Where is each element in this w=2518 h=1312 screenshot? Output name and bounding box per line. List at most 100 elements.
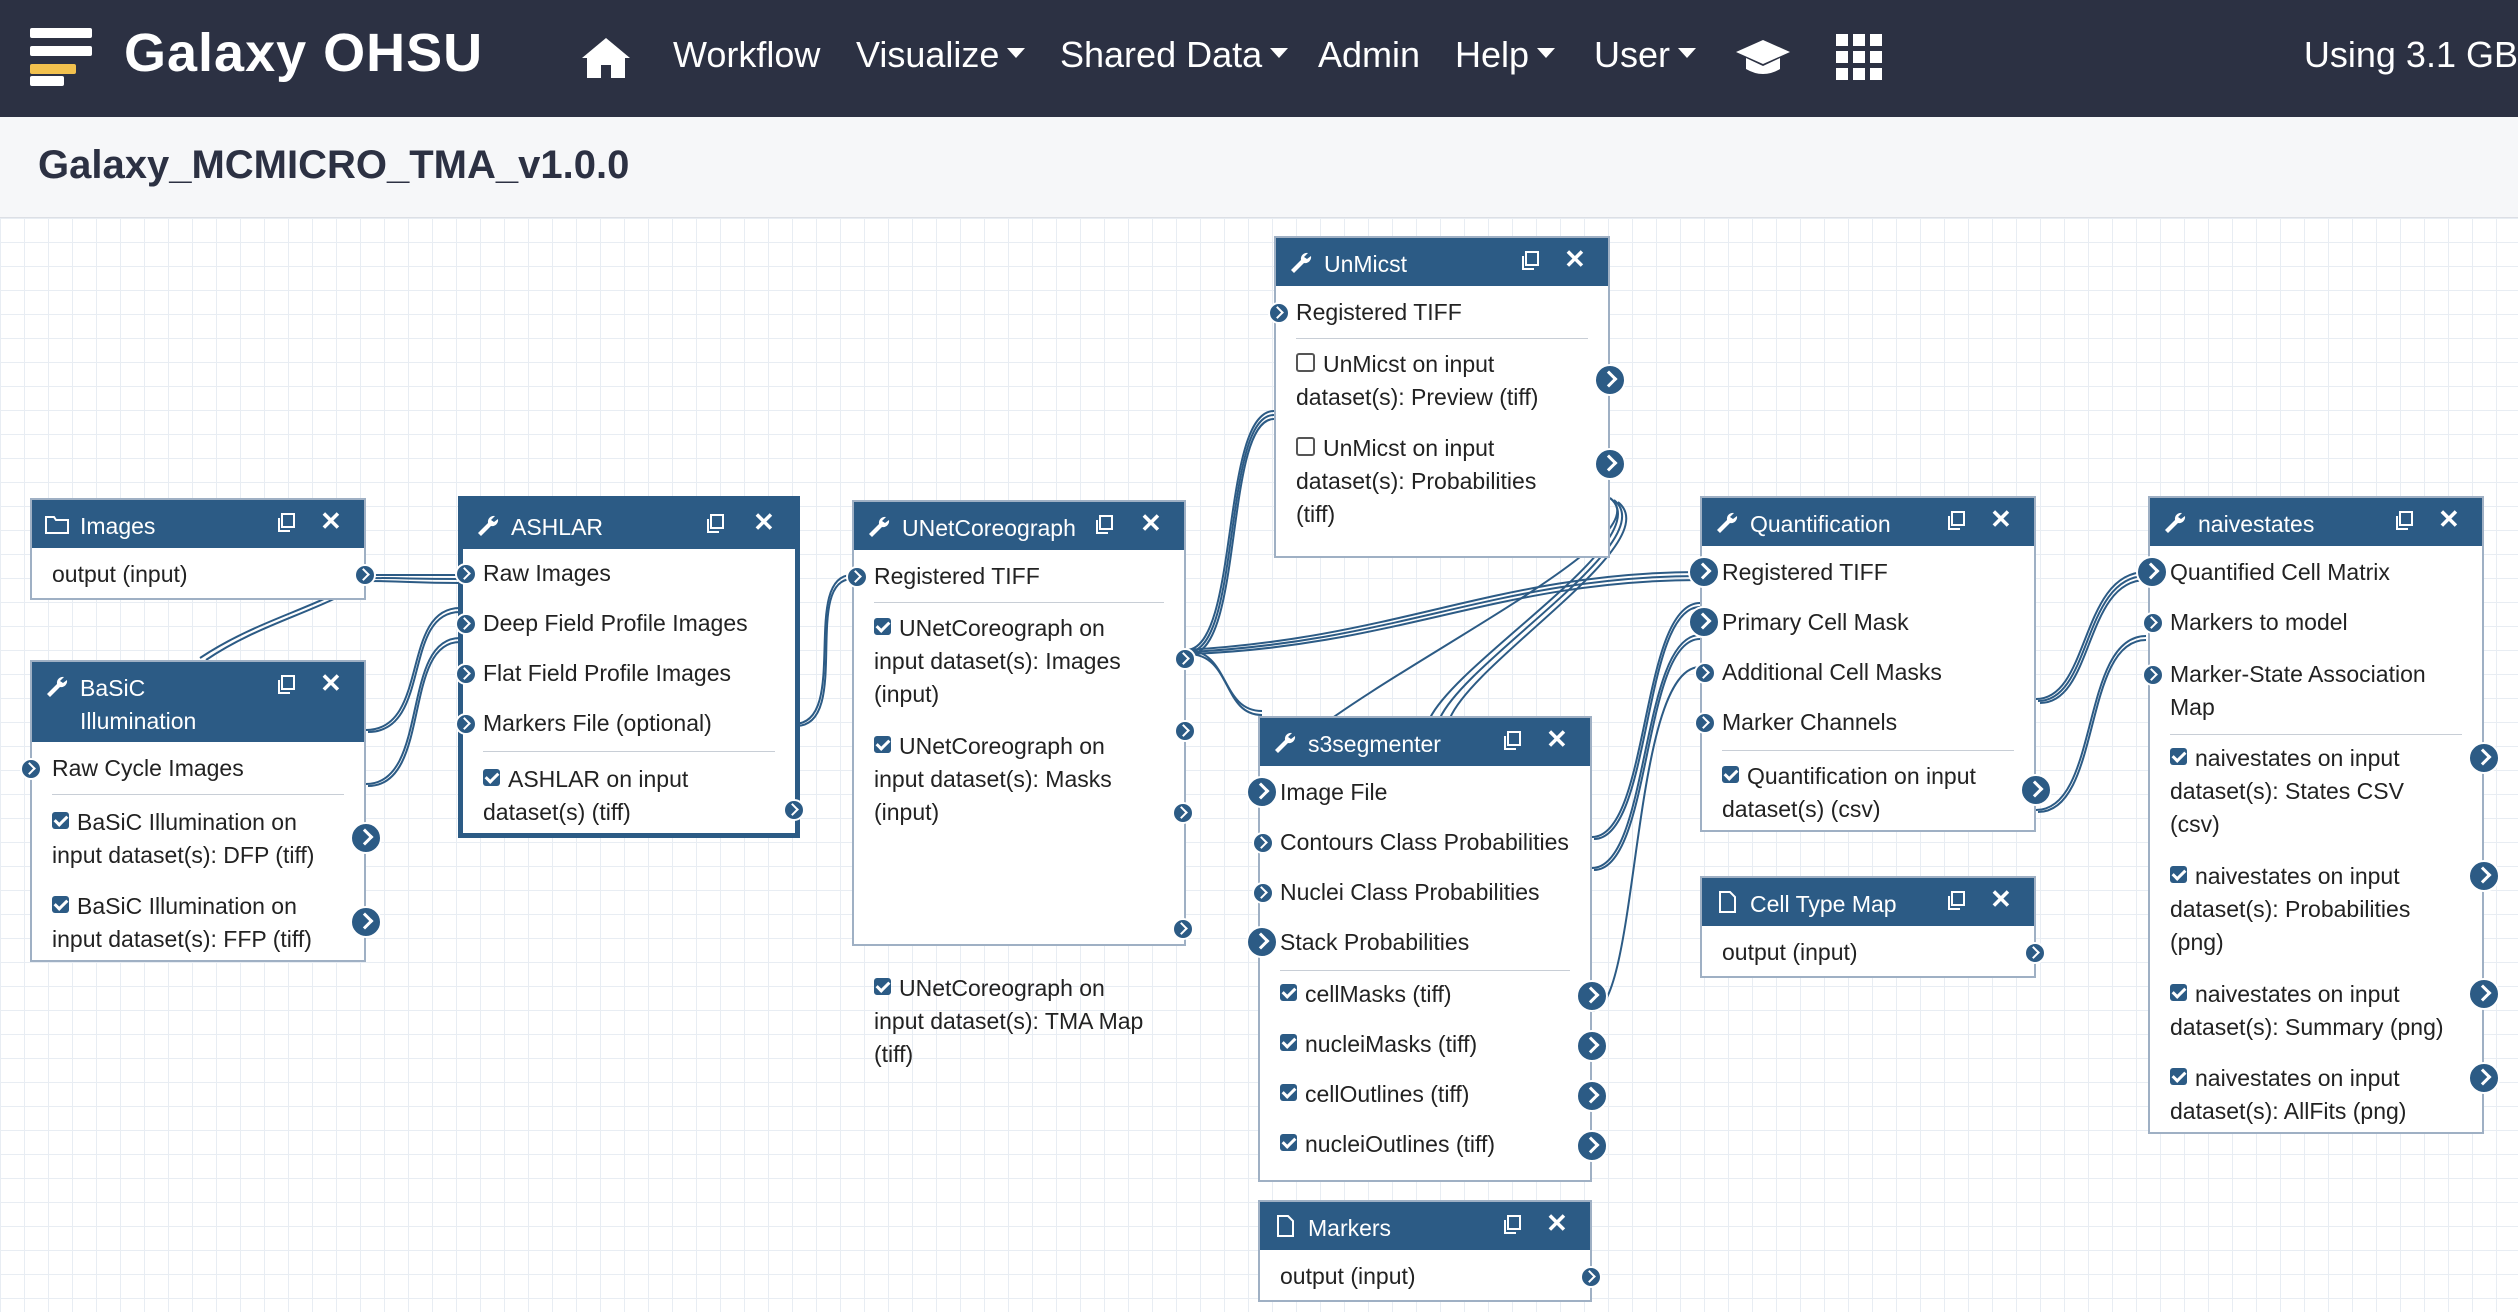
output-terminal[interactable] [2024, 942, 2046, 964]
checkbox-checked-icon[interactable] [2170, 984, 2187, 1002]
input-terminal[interactable] [1246, 926, 1278, 958]
brand-title[interactable]: Galaxy OHSU [124, 22, 483, 84]
input-terminal[interactable] [1268, 302, 1290, 324]
close-icon[interactable]: ✕ [1546, 1208, 1568, 1239]
input-terminal[interactable] [455, 613, 477, 635]
nav-admin[interactable]: Admin [1318, 34, 1420, 76]
node-unmicst[interactable]: UnMicst ✕ Registered TIFF UnMicst on inp… [1268, 236, 1626, 558]
node-header[interactable]: Cell Type Map ✕ [1702, 878, 2034, 926]
node-ashlar[interactable]: ASHLAR ✕ Raw Images Deep Field Profile I… [455, 496, 805, 838]
node-cell-type-map[interactable]: Cell Type Map ✕ output (input) [1700, 876, 2046, 978]
node-header[interactable]: Quantification ✕ [1702, 498, 2034, 546]
input-terminal[interactable] [455, 713, 477, 735]
copy-icon[interactable] [1502, 1215, 1522, 1235]
input-terminal[interactable] [455, 663, 477, 685]
node-s3segmenter[interactable]: s3segmenter ✕ Image File Contours Class … [1246, 716, 1608, 1182]
input-terminal[interactable] [1252, 882, 1274, 904]
output-terminal[interactable] [350, 822, 382, 854]
checkbox-checked-icon[interactable] [1280, 984, 1297, 1002]
workflow-canvas[interactable]: Images ✕ output (input) BaSiC Illuminatio… [0, 218, 2518, 1312]
node-basic-illumination[interactable]: BaSiC Illumination ✕ Raw Cycle Images BaS… [20, 660, 382, 962]
checkbox-checked-icon[interactable] [2170, 866, 2187, 884]
close-icon[interactable]: ✕ [1990, 504, 2012, 535]
output-terminal[interactable] [1576, 1130, 1608, 1162]
close-icon[interactable]: ✕ [1564, 244, 1586, 275]
input-terminal[interactable] [1252, 832, 1274, 854]
output-terminal[interactable] [1576, 1080, 1608, 1112]
input-terminal[interactable] [1694, 712, 1716, 734]
output-terminal[interactable] [1594, 448, 1626, 480]
input-terminal[interactable] [455, 563, 477, 585]
node-header[interactable]: UnMicst ✕ [1276, 238, 1608, 286]
input-terminal[interactable] [2142, 664, 2164, 686]
checkbox-checked-icon[interactable] [2170, 748, 2187, 766]
node-header[interactable]: Markers ✕ [1260, 1202, 1590, 1250]
checkbox-checked-icon[interactable] [1722, 766, 1739, 784]
galaxy-logo-icon[interactable] [30, 28, 92, 86]
node-header[interactable]: Images ✕ [32, 500, 364, 548]
output-terminal[interactable] [1174, 648, 1196, 670]
copy-icon[interactable] [1946, 511, 1966, 531]
output-terminal[interactable] [1172, 802, 1194, 824]
output-terminal[interactable] [2020, 774, 2052, 806]
input-terminal[interactable] [1688, 606, 1720, 638]
checkbox-checked-icon[interactable] [1280, 1034, 1297, 1052]
node-header[interactable]: ASHLAR ✕ [463, 501, 795, 549]
output-terminal[interactable] [354, 564, 376, 586]
checkbox-checked-icon[interactable] [2170, 1068, 2187, 1086]
output-terminal[interactable] [1580, 1266, 1602, 1288]
checkbox-unchecked-icon[interactable] [1296, 353, 1315, 373]
copy-icon[interactable] [2394, 511, 2414, 531]
checkbox-checked-icon[interactable] [1280, 1134, 1297, 1152]
checkbox-checked-icon[interactable] [874, 618, 891, 636]
home-icon[interactable] [580, 36, 632, 80]
close-icon[interactable]: ✕ [320, 506, 342, 537]
quota-usage[interactable]: Using 3.1 GB [2304, 34, 2518, 76]
checkbox-unchecked-icon[interactable] [1296, 437, 1315, 457]
checkbox-checked-icon[interactable] [1280, 1084, 1297, 1102]
input-terminal[interactable] [1688, 556, 1720, 588]
checkbox-checked-icon[interactable] [52, 812, 69, 830]
copy-icon[interactable] [276, 513, 296, 533]
node-header[interactable]: s3segmenter ✕ [1260, 718, 1590, 766]
input-terminal[interactable] [2136, 556, 2168, 588]
output-terminal[interactable] [1576, 980, 1608, 1012]
output-terminal[interactable] [1576, 1030, 1608, 1062]
copy-icon[interactable] [276, 675, 296, 695]
node-quantification[interactable]: Quantification ✕ Registered TIFF Primary… [1688, 496, 2052, 832]
copy-icon[interactable] [1502, 731, 1522, 751]
output-terminal[interactable] [1174, 720, 1196, 742]
close-icon[interactable]: ✕ [1140, 508, 1162, 539]
output-terminal[interactable] [2468, 1062, 2500, 1094]
input-terminal[interactable] [1694, 662, 1716, 684]
copy-icon[interactable] [1094, 515, 1114, 535]
node-header[interactable]: UNetCoreograph ✕ [854, 502, 1184, 550]
input-terminal[interactable] [846, 566, 868, 588]
close-icon[interactable]: ✕ [320, 668, 342, 699]
copy-icon[interactable] [1520, 251, 1540, 271]
apps-grid-icon[interactable] [1836, 34, 1882, 80]
output-terminal[interactable] [2468, 860, 2500, 892]
nav-visualize[interactable]: Visualize [856, 34, 1026, 76]
copy-icon[interactable] [705, 514, 725, 534]
output-terminal[interactable] [783, 799, 805, 821]
input-terminal[interactable] [20, 758, 42, 780]
close-icon[interactable]: ✕ [1990, 884, 2012, 915]
output-terminal[interactable] [2468, 742, 2500, 774]
output-terminal[interactable] [1172, 918, 1194, 940]
output-terminal[interactable] [350, 906, 382, 938]
node-naivestates[interactable]: naivestates ✕ Quantified Cell Matrix Mar… [2136, 496, 2500, 1134]
checkbox-checked-icon[interactable] [52, 896, 69, 914]
close-icon[interactable]: ✕ [2438, 504, 2460, 535]
nav-shared-data[interactable]: Shared Data [1060, 34, 1289, 76]
graduation-cap-icon[interactable] [1734, 38, 1792, 78]
close-icon[interactable]: ✕ [1546, 724, 1568, 755]
checkbox-checked-icon[interactable] [874, 978, 891, 996]
checkbox-checked-icon[interactable] [874, 736, 891, 754]
copy-icon[interactable] [1946, 891, 1966, 911]
node-unetcoreograph[interactable]: UNetCoreograph ✕ Registered TIFF UNetCor… [846, 500, 1196, 946]
nav-user[interactable]: User [1594, 34, 1697, 76]
input-terminal[interactable] [2142, 612, 2164, 634]
node-header[interactable]: naivestates ✕ [2150, 498, 2482, 546]
node-header[interactable]: BaSiC Illumination ✕ [32, 662, 364, 742]
